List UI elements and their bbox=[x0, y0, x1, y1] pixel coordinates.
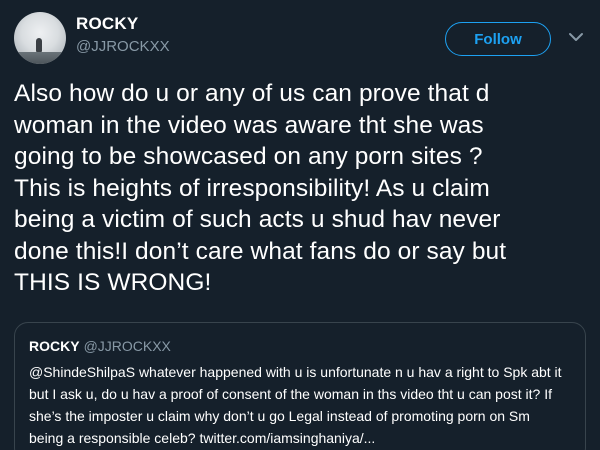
quoted-tweet[interactable]: ROCKY @JJROCKXX @ShindeShilpaS whatever h… bbox=[14, 322, 586, 450]
quoted-author-handle: @JJROCKXX bbox=[83, 338, 171, 354]
tweet-text: Also how do u or any of us can prove tha… bbox=[14, 80, 507, 296]
quoted-author-name: ROCKY bbox=[29, 338, 80, 354]
quoted-tweet-header: ROCKY @JJROCKXX bbox=[29, 337, 573, 355]
quoted-tweet-text: @ShindeShilpaS whatever happened with u … bbox=[29, 364, 562, 446]
tweet-card: ROCKY @JJROCKXX Follow Also how do u or … bbox=[0, 0, 600, 450]
avatar-figure bbox=[36, 38, 42, 52]
avatar-ground bbox=[14, 52, 66, 64]
author-handle[interactable]: @JJROCKXX bbox=[76, 38, 170, 55]
tweet-header: ROCKY @JJROCKXX Follow bbox=[14, 10, 586, 66]
follow-button[interactable]: Follow bbox=[445, 22, 551, 56]
avatar[interactable] bbox=[14, 12, 66, 64]
author-name[interactable]: ROCKY bbox=[76, 14, 138, 34]
chevron-down-icon[interactable] bbox=[567, 28, 585, 46]
